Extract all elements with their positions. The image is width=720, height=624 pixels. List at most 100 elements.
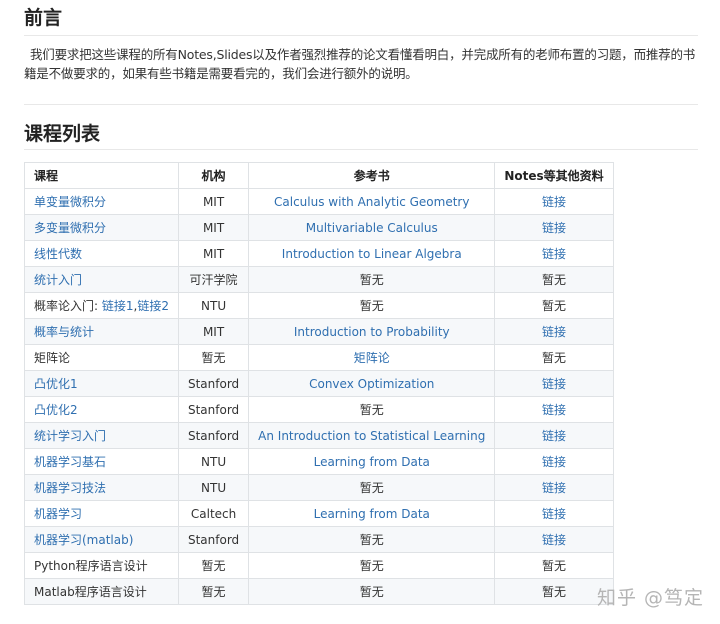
- course-link[interactable]: 凸优化1: [34, 377, 78, 391]
- notes-link[interactable]: 链接: [542, 507, 566, 521]
- course-name: Python程序语言设计: [34, 559, 148, 573]
- notes-link[interactable]: 链接: [542, 403, 566, 417]
- book-link[interactable]: Multivariable Calculus: [306, 221, 438, 235]
- cell-notes: 链接: [494, 422, 614, 449]
- table-row: Matlab程序语言设计 暂无 暂无 暂无: [24, 578, 614, 605]
- cell-notes: 暂无: [494, 292, 614, 319]
- heading-divider: [24, 149, 698, 150]
- course-link[interactable]: 线性代数: [34, 247, 82, 261]
- cell-org: MIT: [177, 214, 250, 241]
- book-link[interactable]: Introduction to Linear Algebra: [282, 247, 462, 261]
- book-text: 暂无: [359, 559, 384, 573]
- cell-course: 概率论入门: 链接1,链接2: [24, 292, 179, 319]
- book-text: 暂无: [359, 481, 384, 495]
- notes-link[interactable]: 链接: [542, 325, 566, 339]
- notes-text: 暂无: [541, 559, 566, 573]
- book-link[interactable]: Learning from Data: [314, 507, 430, 521]
- table-row: 概率与统计 MIT Introduction to Probability 链接: [24, 318, 614, 345]
- table-row: 机器学习技法 NTU 暂无 链接: [24, 474, 614, 501]
- course-name: Matlab程序语言设计: [34, 585, 147, 599]
- course-link[interactable]: 链接2: [137, 299, 169, 313]
- course-link[interactable]: 统计入门: [34, 273, 82, 287]
- course-link[interactable]: 凸优化2: [34, 403, 78, 417]
- book-link[interactable]: Learning from Data: [314, 455, 430, 469]
- table-row: 机器学习基石 NTU Learning from Data 链接: [24, 448, 614, 475]
- cell-course: 机器学习技法: [24, 474, 179, 501]
- section-divider: [24, 104, 698, 105]
- cell-notes: 暂无: [494, 266, 614, 293]
- cell-course: 多变量微积分: [24, 214, 179, 241]
- cell-org: Caltech: [177, 500, 250, 527]
- notes-link[interactable]: 链接: [542, 429, 566, 443]
- cell-course: 凸优化1: [24, 370, 179, 397]
- course-link[interactable]: 机器学习技法: [34, 481, 106, 495]
- cell-course: 机器学习基石: [24, 448, 179, 475]
- notes-text: 暂无: [541, 351, 566, 365]
- notes-link[interactable]: 链接: [542, 221, 566, 235]
- table-row: 概率论入门: 链接1,链接2 NTU 暂无 暂无: [24, 292, 614, 319]
- cell-book: 暂无: [248, 526, 496, 553]
- book-text: 暂无: [359, 273, 384, 287]
- table-row: 矩阵论 暂无 矩阵论 暂无: [24, 344, 614, 371]
- cell-book: 矩阵论: [248, 344, 496, 371]
- book-text: 暂无: [359, 299, 384, 313]
- cell-book: 暂无: [248, 266, 496, 293]
- cell-course: 统计入门: [24, 266, 179, 293]
- cell-course: 矩阵论: [24, 344, 179, 371]
- course-link[interactable]: 机器学习(matlab): [34, 533, 133, 547]
- table-row: 多变量微积分 MIT Multivariable Calculus 链接: [24, 214, 614, 241]
- cell-notes: 链接: [494, 474, 614, 501]
- book-link[interactable]: An Introduction to Statistical Learning: [258, 429, 485, 443]
- notes-link[interactable]: 链接: [542, 455, 566, 469]
- cell-org: NTU: [177, 474, 250, 501]
- cell-book: Introduction to Probability: [248, 318, 496, 345]
- cell-book: Calculus with Analytic Geometry: [248, 188, 496, 215]
- cell-org: Stanford: [177, 396, 250, 423]
- book-text: 暂无: [359, 403, 384, 417]
- book-link[interactable]: Convex Optimization: [309, 377, 434, 391]
- notes-text: 暂无: [541, 585, 566, 599]
- notes-link[interactable]: 链接: [542, 247, 566, 261]
- course-link[interactable]: 链接1: [102, 299, 134, 313]
- book-link[interactable]: 矩阵论: [354, 351, 390, 365]
- cell-book: Learning from Data: [248, 448, 496, 475]
- notes-link[interactable]: 链接: [542, 481, 566, 495]
- book-link[interactable]: Calculus with Analytic Geometry: [274, 195, 469, 209]
- cell-notes: 链接: [494, 448, 614, 475]
- course-link[interactable]: 单变量微积分: [34, 195, 106, 209]
- cell-book: 暂无: [248, 578, 496, 605]
- notes-link[interactable]: 链接: [542, 377, 566, 391]
- course-link[interactable]: 统计学习入门: [34, 429, 106, 443]
- notes-link[interactable]: 链接: [542, 195, 566, 209]
- cell-course: 单变量微积分: [24, 188, 179, 215]
- course-link[interactable]: 多变量微积分: [34, 221, 106, 235]
- cell-notes: 链接: [494, 370, 614, 397]
- cell-notes: 链接: [494, 240, 614, 267]
- cell-book: 暂无: [248, 552, 496, 579]
- cell-course: 线性代数: [24, 240, 179, 267]
- book-text: 暂无: [359, 533, 384, 547]
- course-link[interactable]: 机器学习基石: [34, 455, 106, 469]
- preface-paragraph: 我们要求把这些课程的所有Notes,Slides以及作者强烈推荐的论文看懂看明白…: [24, 47, 696, 81]
- table-row: 凸优化1 Stanford Convex Optimization 链接: [24, 370, 614, 397]
- course-table-body: 单变量微积分 MIT Calculus with Analytic Geometry…: [24, 188, 614, 605]
- cell-notes: 链接: [494, 214, 614, 241]
- column-header-course: 课程: [24, 162, 179, 189]
- cell-course: 统计学习入门: [24, 422, 179, 449]
- cell-notes: 链接: [494, 188, 614, 215]
- notes-text: 暂无: [541, 273, 566, 287]
- book-link[interactable]: Introduction to Probability: [294, 325, 450, 339]
- course-link[interactable]: 概率与统计: [34, 325, 94, 339]
- cell-org: NTU: [177, 292, 250, 319]
- cell-notes: 暂无: [494, 344, 614, 371]
- preface-heading: 前言: [24, 7, 63, 29]
- cell-org: Stanford: [177, 370, 250, 397]
- cell-notes: 链接: [494, 318, 614, 345]
- cell-notes: 链接: [494, 396, 614, 423]
- cell-course: 概率与统计: [24, 318, 179, 345]
- notes-link[interactable]: 链接: [542, 533, 566, 547]
- cell-org: Stanford: [177, 422, 250, 449]
- column-header-book: 参考书: [248, 162, 496, 189]
- course-link[interactable]: 机器学习: [34, 507, 82, 521]
- article-page: 前言 我们要求把这些课程的所有Notes,Slides以及作者强烈推荐的论文看懂…: [0, 0, 720, 624]
